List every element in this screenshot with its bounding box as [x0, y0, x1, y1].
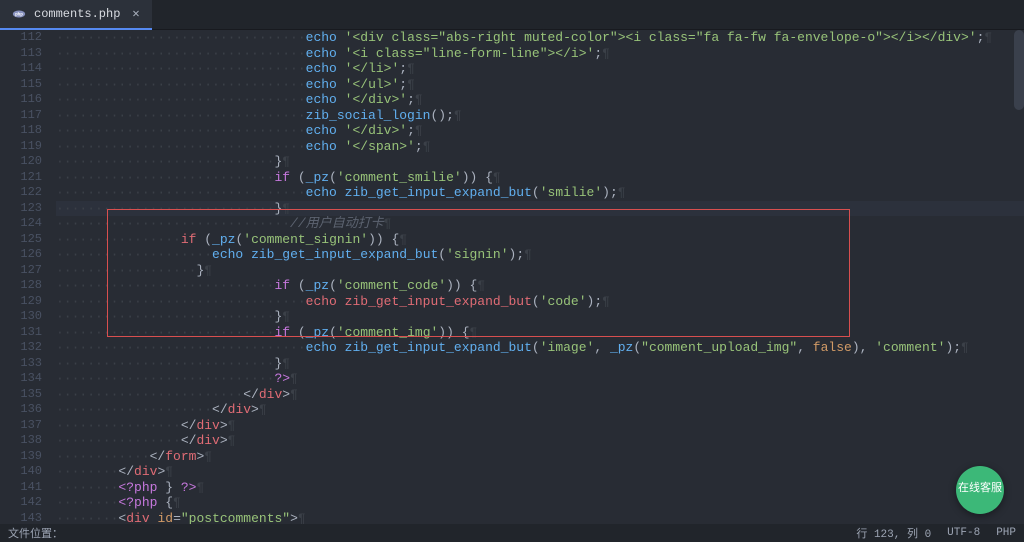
gutter-line-number: 123 [0, 201, 42, 217]
code-line[interactable]: ································echo zib… [56, 340, 1024, 356]
gutter-line-number: 126 [0, 247, 42, 263]
code-line[interactable]: ················</div>¶ [56, 418, 1024, 434]
gutter-line-number: 140 [0, 464, 42, 480]
status-bar: 文件位置： 行 123, 列 0 UTF-8 PHP [0, 524, 1024, 542]
editor[interactable]: 1121131141151161171181191201211221231241… [0, 30, 1024, 524]
gutter-line-number: 116 [0, 92, 42, 108]
svg-text:php: php [15, 12, 23, 17]
gutter-line-number: 141 [0, 480, 42, 496]
status-encoding[interactable]: UTF-8 [947, 527, 980, 539]
tab-active[interactable]: php comments.php ✕ [0, 0, 152, 30]
code-line[interactable]: ································echo zib… [56, 185, 1024, 201]
code-line[interactable]: ····························if (_pz('com… [56, 278, 1024, 294]
code-area[interactable]: ································echo '<d… [56, 30, 1024, 524]
gutter-line-number: 130 [0, 309, 42, 325]
gutter-line-number: 127 [0, 263, 42, 279]
gutter-line-number: 124 [0, 216, 42, 232]
code-line[interactable]: ································echo zib… [56, 294, 1024, 310]
gutter-line-number: 121 [0, 170, 42, 186]
support-button[interactable]: 在线客服 [956, 466, 1004, 514]
code-line[interactable]: ································echo '<i… [56, 46, 1024, 62]
code-line[interactable]: ····························}¶ [56, 201, 1024, 217]
code-line[interactable]: ································echo '</… [56, 139, 1024, 155]
code-line[interactable]: ······························//用户自动打卡¶ [56, 216, 1024, 232]
code-line[interactable]: ····························if (_pz('com… [56, 170, 1024, 186]
gutter-line-number: 122 [0, 185, 42, 201]
code-line[interactable]: ················if (_pz('comment_signin'… [56, 232, 1024, 248]
code-line[interactable]: ····························?>¶ [56, 371, 1024, 387]
code-line[interactable]: ········<div id="postcomments">¶ [56, 511, 1024, 525]
code-line[interactable]: ································zib_soci… [56, 108, 1024, 124]
code-line[interactable]: ····························}¶ [56, 309, 1024, 325]
gutter-line-number: 134 [0, 371, 42, 387]
status-language[interactable]: PHP [996, 527, 1016, 539]
gutter-line-number: 115 [0, 77, 42, 93]
code-line[interactable]: ····························if (_pz('com… [56, 325, 1024, 341]
gutter-line-number: 120 [0, 154, 42, 170]
code-line[interactable]: ································echo '</… [56, 123, 1024, 139]
gutter-line-number: 129 [0, 294, 42, 310]
gutter-line-number: 136 [0, 402, 42, 418]
gutter-line-number: 113 [0, 46, 42, 62]
gutter-line-number: 128 [0, 278, 42, 294]
gutter-line-number: 119 [0, 139, 42, 155]
close-icon[interactable]: ✕ [132, 6, 139, 21]
vertical-scrollbar[interactable] [1014, 30, 1024, 110]
code-line[interactable]: ········<?php } ?>¶ [56, 480, 1024, 496]
gutter-line-number: 132 [0, 340, 42, 356]
code-line[interactable]: ············</form>¶ [56, 449, 1024, 465]
gutter-line-number: 118 [0, 123, 42, 139]
gutter-line-number: 125 [0, 232, 42, 248]
code-line[interactable]: ····················echo zib_get_input_e… [56, 247, 1024, 263]
code-line[interactable]: ··················}¶ [56, 263, 1024, 279]
code-line[interactable]: ································echo '</… [56, 77, 1024, 93]
gutter-line-number: 138 [0, 433, 42, 449]
gutter-line-number: 133 [0, 356, 42, 372]
tab-filename: comments.php [34, 7, 120, 21]
code-line[interactable]: ································echo '<d… [56, 30, 1024, 46]
gutter-line-number: 112 [0, 30, 42, 46]
status-path: 文件位置： [8, 525, 63, 541]
code-line[interactable]: ····················</div>¶ [56, 402, 1024, 418]
gutter-line-number: 139 [0, 449, 42, 465]
line-gutter: 1121131141151161171181191201211221231241… [0, 30, 56, 524]
support-label: 在线客服 [958, 483, 1002, 496]
gutter-line-number: 117 [0, 108, 42, 124]
code-line[interactable]: ····························}¶ [56, 154, 1024, 170]
code-line[interactable]: ········</div>¶ [56, 464, 1024, 480]
tab-bar: php comments.php ✕ [0, 0, 1024, 30]
code-line[interactable]: ················</div>¶ [56, 433, 1024, 449]
code-line[interactable]: ····························}¶ [56, 356, 1024, 372]
gutter-line-number: 142 [0, 495, 42, 511]
gutter-line-number: 131 [0, 325, 42, 341]
code-line[interactable]: ························</div>¶ [56, 387, 1024, 403]
code-line[interactable]: ································echo '</… [56, 61, 1024, 77]
gutter-line-number: 137 [0, 418, 42, 434]
php-file-icon: php [12, 7, 26, 21]
gutter-line-number: 114 [0, 61, 42, 77]
gutter-line-number: 135 [0, 387, 42, 403]
status-cursor[interactable]: 行 123, 列 0 [856, 525, 931, 541]
code-line[interactable]: ········<?php {¶ [56, 495, 1024, 511]
code-line[interactable]: ································echo '</… [56, 92, 1024, 108]
